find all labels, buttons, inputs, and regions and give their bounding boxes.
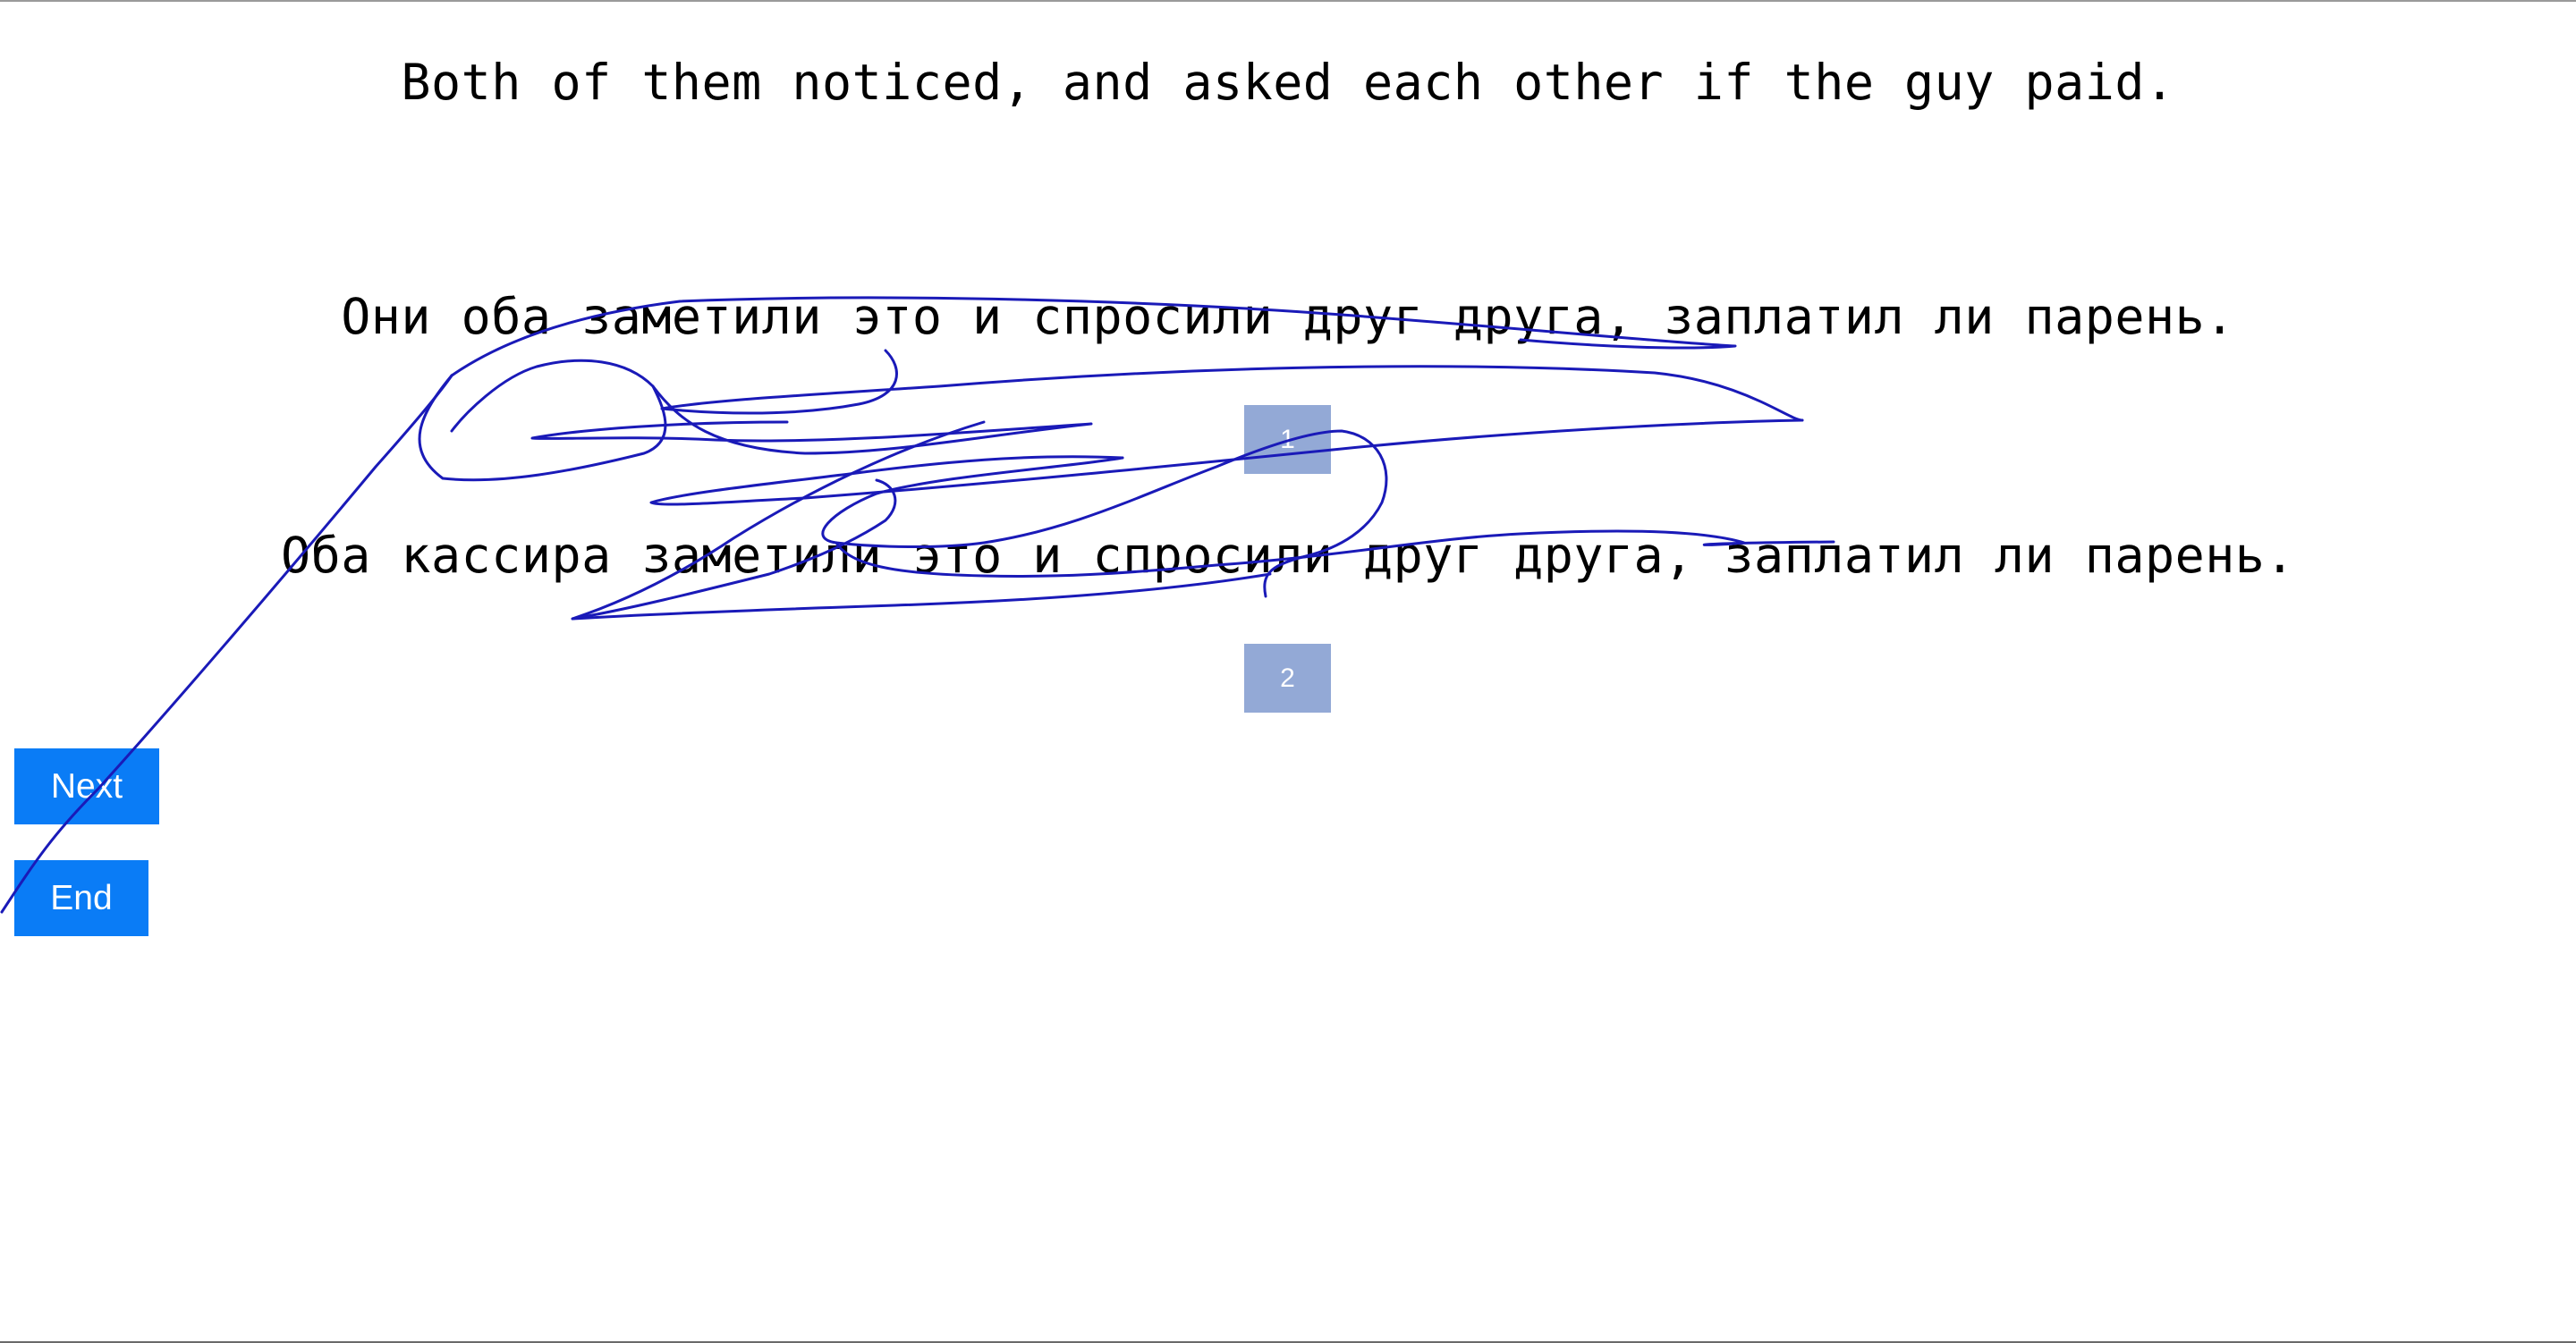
scribble-stroke-knot-1 <box>530 384 1093 455</box>
translation-option-1-text: Они оба заметили это и спросили друг дру… <box>341 288 2235 345</box>
scribble-stroke-lower-1 <box>571 420 1272 621</box>
scribble-stroke-left-loop <box>418 359 667 482</box>
source-sentence: Both of them noticed, and asked each oth… <box>401 54 2175 111</box>
scribble-stroke-knot-2 <box>660 349 1804 422</box>
next-button[interactable]: Next <box>14 748 159 824</box>
translation-comparison-page: Both of them noticed, and asked each oth… <box>0 0 2576 1343</box>
scribble-stroke-tail <box>0 374 453 914</box>
choose-option-1-button[interactable]: 1 <box>1244 405 1331 474</box>
scribble-stroke-knot-3 <box>649 418 1804 506</box>
end-button[interactable]: End <box>14 860 148 936</box>
translation-option-2-text: Оба кассира заметили это и спросили друг… <box>280 527 2296 584</box>
choose-option-2-button[interactable]: 2 <box>1244 644 1331 713</box>
